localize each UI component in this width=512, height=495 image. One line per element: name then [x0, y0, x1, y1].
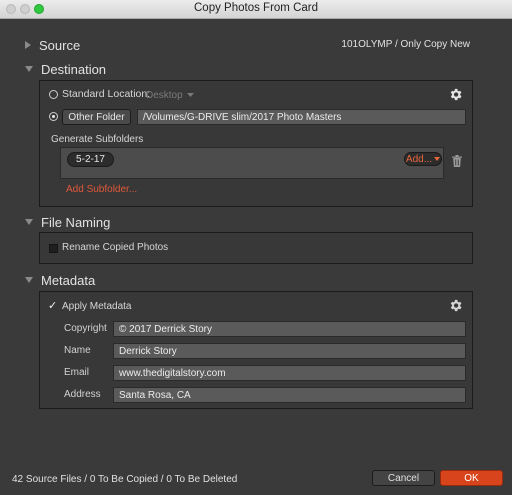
source-section-header[interactable]: Source	[8, 36, 80, 54]
metadata-title: Metadata	[41, 272, 96, 288]
disclosure-collapsed-icon	[25, 41, 31, 49]
window-title: Copy Photos From Card	[194, 2, 318, 14]
gear-icon[interactable]	[448, 87, 463, 105]
name-label: Name	[64, 345, 91, 356]
disclosure-expanded-icon	[25, 277, 33, 283]
generate-subfolders-label: Generate Subfolders	[51, 134, 144, 145]
subfolder-token-area[interactable]: 5-2-17 Add...	[60, 147, 444, 179]
status-summary: 42 Source Files / 0 To Be Copied / 0 To …	[12, 474, 238, 485]
rename-copied-photos-checkbox[interactable]	[49, 244, 58, 253]
name-field[interactable]: Derrick Story	[113, 343, 466, 359]
apply-metadata-checkbox[interactable]: ✓	[48, 301, 58, 312]
window-titlebar: Copy Photos From Card	[0, 0, 512, 19]
address-label: Address	[64, 389, 101, 400]
metadata-section-header[interactable]: Metadata	[8, 271, 95, 289]
subfolder-token[interactable]: 5-2-17	[67, 152, 114, 167]
apply-metadata-label: Apply Metadata	[62, 301, 132, 312]
file-naming-section-header[interactable]: File Naming	[8, 213, 110, 231]
source-summary: 101OLYMP / Only Copy New	[341, 39, 470, 50]
email-field[interactable]: www.thedigitalstory.com	[113, 365, 466, 381]
destination-section-header[interactable]: Destination	[8, 60, 106, 78]
other-folder-radio[interactable]	[49, 112, 58, 121]
add-token-label: Add...	[405, 153, 433, 165]
other-folder-path-field[interactable]: /Volumes/G-DRIVE slim/2017 Photo Masters	[137, 109, 466, 125]
radio-selected-dot	[52, 115, 55, 118]
add-subfolder-link[interactable]: Add Subfolder...	[66, 184, 137, 195]
standard-location-value: Desktop	[146, 90, 183, 101]
address-field[interactable]: Santa Rosa, CA	[113, 387, 466, 403]
destination-title: Destination	[41, 61, 107, 77]
rename-copied-photos-label: Rename Copied Photos	[62, 242, 169, 253]
source-title: Source	[39, 37, 81, 53]
add-token-button[interactable]: Add...	[404, 152, 442, 166]
trash-icon[interactable]	[452, 155, 462, 170]
file-naming-title: File Naming	[41, 214, 111, 230]
other-folder-button[interactable]: Other Folder	[62, 109, 131, 125]
standard-location-select[interactable]: Desktop	[146, 90, 194, 101]
disclosure-expanded-icon	[25, 219, 33, 225]
standard-location-label: Standard Location:	[62, 88, 151, 100]
copyright-label: Copyright	[64, 323, 107, 334]
chevron-down-icon	[434, 157, 441, 161]
cancel-button[interactable]: Cancel	[372, 470, 435, 486]
destination-panel: Standard Location: Desktop Other Folder …	[39, 80, 473, 207]
copyright-field[interactable]: © 2017 Derrick Story	[113, 321, 466, 337]
file-naming-panel: Rename Copied Photos	[39, 232, 473, 264]
gear-icon[interactable]	[448, 298, 463, 316]
email-label: Email	[64, 367, 90, 378]
metadata-panel: ✓ Apply Metadata Copyright © 2017 Derric…	[39, 291, 473, 409]
disclosure-expanded-icon	[25, 66, 33, 72]
chevron-down-icon	[186, 93, 194, 97]
ok-button[interactable]: OK	[440, 470, 503, 486]
standard-location-radio[interactable]	[49, 90, 58, 99]
